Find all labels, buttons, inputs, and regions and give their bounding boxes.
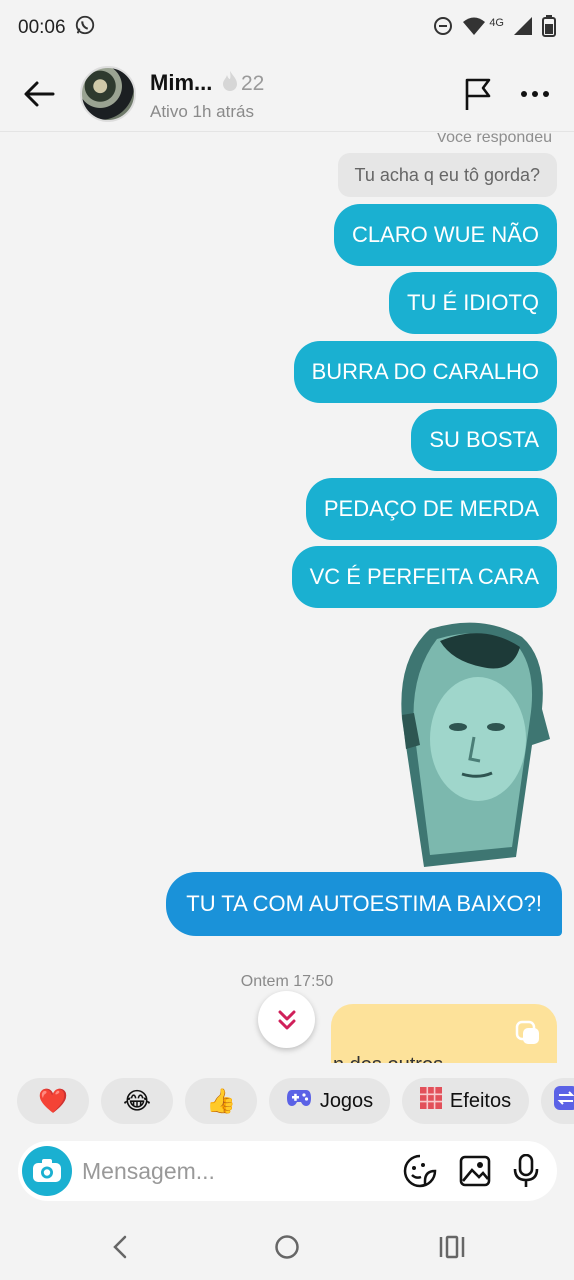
face-sticker[interactable] — [392, 619, 552, 867]
camera-icon — [33, 1159, 61, 1182]
switch-button[interactable] — [541, 1078, 574, 1124]
back-button[interactable] — [20, 76, 58, 112]
chevron-left-icon — [113, 1235, 127, 1259]
network-type: 4G — [489, 17, 504, 29]
nav-back-button[interactable] — [100, 1232, 140, 1262]
heart-icon: ❤️ — [38, 1087, 68, 1115]
snap-card-text: n dos outros — [333, 1054, 443, 1063]
nav-recents-button[interactable] — [432, 1232, 472, 1262]
battery-icon — [542, 14, 556, 42]
report-flag-button[interactable] — [462, 76, 496, 112]
avatar[interactable] — [80, 66, 136, 122]
microphone-button[interactable] — [509, 1154, 543, 1188]
message-bubble[interactable]: CLARO WUE NÃO — [333, 204, 557, 266]
swap-icon — [554, 1086, 574, 1116]
games-label: Jogos — [319, 1089, 374, 1112]
do-not-disturb-icon — [433, 16, 453, 41]
reaction-heart[interactable]: ❤️ — [17, 1078, 89, 1124]
streak-count: 22 — [241, 72, 265, 95]
contact-status: Ativo 1h atrás — [150, 102, 254, 121]
signal-icon — [513, 16, 533, 41]
message-composer — [18, 1141, 557, 1201]
chat-header: Mim... 22 Ativo 1h atrás — [0, 56, 574, 132]
contact-name[interactable]: Mim... — [150, 70, 212, 96]
whatsapp-icon — [74, 14, 96, 42]
gallery-button[interactable] — [458, 1154, 492, 1188]
message-bubble[interactable]: VC É PERFEITA CARA — [291, 546, 557, 608]
last-message-bubble[interactable]: TU TA COM AUTOESTIMA BAIXO?! — [166, 872, 562, 936]
nav-home-button[interactable] — [267, 1232, 307, 1262]
arrow-left-icon — [24, 81, 55, 107]
recents-icon — [439, 1235, 465, 1259]
grid-icon — [419, 1087, 442, 1115]
home-circle-icon — [275, 1235, 299, 1259]
sticker-button[interactable] — [403, 1154, 437, 1188]
message-bubble[interactable]: SU BOSTA — [411, 409, 557, 471]
chat-thread[interactable]: Você respondeu Tu acha q eu tô gorda? CL… — [0, 133, 574, 1063]
sticker-smiley-icon — [403, 1154, 437, 1188]
more-dots-icon — [521, 91, 549, 97]
reaction-laugh[interactable]: 😂 — [101, 1078, 173, 1124]
message-input[interactable] — [82, 1151, 382, 1191]
quick-actions-row: ❤️ 😂 👍 Jogos Efeitos — [0, 1078, 574, 1124]
status-bar: 00:06 4G — [0, 0, 574, 56]
reaction-thumbs-up[interactable]: 👍 — [185, 1078, 257, 1124]
gamepad-icon — [286, 1088, 312, 1114]
wifi-icon — [462, 16, 486, 41]
timestamp: Ontem 17:50 — [240, 973, 334, 990]
thumbs-up-icon: 👍 — [206, 1087, 236, 1115]
microphone-icon — [513, 1154, 539, 1187]
message-bubble[interactable]: TU É IDIOTQ — [389, 272, 557, 334]
status-left: 00:06 — [18, 14, 96, 42]
double-chevron-down-icon — [278, 1010, 295, 1029]
status-time: 00:06 — [18, 17, 66, 38]
replied-label: Você respondeu — [436, 133, 552, 146]
copy-icon — [515, 1020, 541, 1051]
effects-label: Efeitos — [449, 1089, 512, 1112]
camera-button[interactable] — [22, 1146, 72, 1196]
status-right: 4G — [433, 14, 556, 42]
more-options-button[interactable] — [515, 78, 555, 110]
gallery-icon — [459, 1155, 491, 1187]
snap-card[interactable]: n dos outros — [331, 1004, 557, 1063]
system-nav-bar — [0, 1212, 574, 1280]
scroll-down-button[interactable] — [258, 991, 315, 1048]
flag-icon — [465, 78, 491, 110]
message-bubble[interactable]: PEDAÇO DE MERDA — [305, 478, 557, 540]
message-bubble[interactable]: BURRA DO CARALHO — [293, 341, 557, 403]
effects-button[interactable]: Efeitos — [402, 1078, 529, 1124]
reply-preview[interactable]: Tu acha q eu tô gorda? — [337, 153, 557, 197]
flame-icon — [222, 70, 238, 98]
streak-badge: 22 — [222, 70, 264, 98]
laugh-emoji-icon: 😂 — [122, 1087, 152, 1115]
games-button[interactable]: Jogos — [269, 1078, 390, 1124]
